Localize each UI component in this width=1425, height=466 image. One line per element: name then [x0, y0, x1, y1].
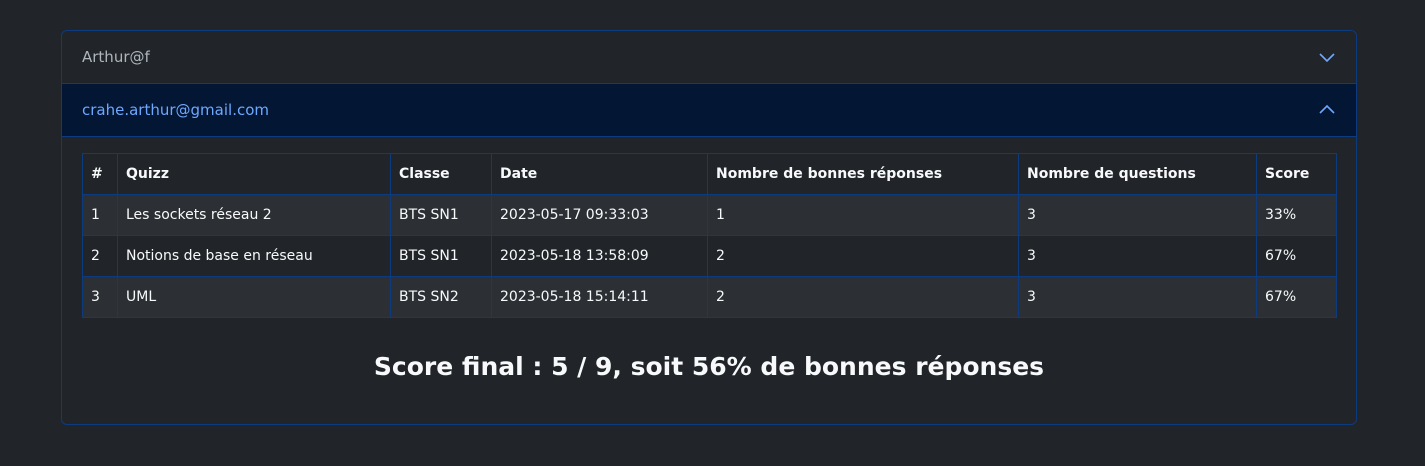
accordion: Arthur@f crahe.arthur@gmail.com # Quizz …: [61, 30, 1357, 425]
cell-classe: BTS SN1: [390, 235, 492, 277]
accordion-header-email[interactable]: crahe.arthur@gmail.com: [62, 84, 1356, 137]
cell-quizz: Notions de base en réseau: [117, 235, 391, 277]
table-row: 3 UML BTS SN2 2023-05-18 15:14:11 2 3 67…: [82, 276, 1337, 318]
cell-number: 2: [82, 235, 118, 277]
col-header-date: Date: [491, 153, 708, 195]
accordion-header-label: crahe.arthur@gmail.com: [82, 101, 269, 119]
cell-date: 2023-05-17 09:33:03: [491, 194, 708, 236]
results-table: # Quizz Classe Date Nombre de bonnes rép…: [82, 153, 1337, 318]
cell-correct-answers: 2: [707, 276, 1019, 318]
cell-quizz: Les sockets réseau 2: [117, 194, 391, 236]
col-header-score: Score: [1256, 153, 1337, 195]
cell-correct-answers: 2: [707, 235, 1019, 277]
chevron-up-icon: [1318, 101, 1336, 119]
cell-score: 67%: [1256, 235, 1337, 277]
cell-date: 2023-05-18 15:14:11: [491, 276, 708, 318]
table-row: 1 Les sockets réseau 2 BTS SN1 2023-05-1…: [82, 194, 1337, 236]
cell-score: 33%: [1256, 194, 1337, 236]
table-header-row: # Quizz Classe Date Nombre de bonnes rép…: [82, 153, 1337, 195]
col-header-quizz: Quizz: [117, 153, 391, 195]
chevron-down-icon: [1318, 48, 1336, 66]
col-header-question-count: Nombre de questions: [1018, 153, 1257, 195]
cell-score: 67%: [1256, 276, 1337, 318]
cell-number: 1: [82, 194, 118, 236]
cell-question-count: 3: [1018, 235, 1257, 277]
col-header-classe: Classe: [390, 153, 492, 195]
accordion-header-label: Arthur@f: [82, 48, 150, 66]
cell-classe: BTS SN1: [390, 194, 492, 236]
table-row: 2 Notions de base en réseau BTS SN1 2023…: [82, 235, 1337, 277]
cell-quizz: UML: [117, 276, 391, 318]
col-header-correct-answers: Nombre de bonnes réponses: [707, 153, 1019, 195]
cell-date: 2023-05-18 13:58:09: [491, 235, 708, 277]
cell-classe: BTS SN2: [390, 276, 492, 318]
accordion-body: # Quizz Classe Date Nombre de bonnes rép…: [62, 137, 1356, 381]
cell-number: 3: [82, 276, 118, 318]
accordion-header-arthur[interactable]: Arthur@f: [62, 31, 1356, 84]
cell-correct-answers: 1: [707, 194, 1019, 236]
final-score: Score final : 5 / 9, soit 56% de bonnes …: [373, 352, 1045, 381]
cell-question-count: 3: [1018, 194, 1257, 236]
col-header-number: #: [82, 153, 118, 195]
cell-question-count: 3: [1018, 276, 1257, 318]
